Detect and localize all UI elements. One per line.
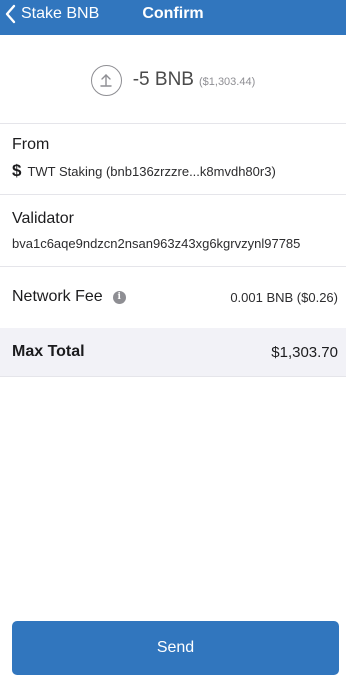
- max-total-value: $1,303.70: [271, 343, 338, 361]
- from-value: TWT Staking (bnb136zrzzre...k8mvdh80r3): [27, 163, 276, 179]
- max-total-row: Max Total $1,303.70: [0, 328, 346, 376]
- amount-summary: -5 BNB ($1,303.44): [0, 60, 346, 100]
- dollar-icon: $: [12, 161, 22, 180]
- network-fee-row: Network Fee i 0.001 BNB ($0.26): [0, 283, 346, 311]
- from-value-row: $ TWT Staking (bnb136zrzzre...k8mvdh80r3…: [12, 161, 276, 181]
- validator-label: Validator: [12, 210, 74, 227]
- max-total-label: Max Total: [12, 343, 85, 360]
- network-fee-value: 0.001 BNB ($0.26): [230, 289, 338, 305]
- network-fee-label: Network Fee: [12, 288, 103, 305]
- divider: [0, 194, 346, 195]
- info-icon[interactable]: i: [112, 290, 126, 304]
- upload-arrow-icon: [90, 64, 122, 96]
- from-label: From: [12, 136, 50, 153]
- page-title: Confirm: [142, 5, 204, 22]
- send-amount-fiat: ($1,303.44): [198, 75, 256, 88]
- divider: [0, 266, 346, 267]
- validator-value: bva1c6aqe9ndzcn2nsan963z43xg6kgrvzynl977…: [12, 236, 301, 251]
- header-bar: Stake BNB Confirm: [0, 0, 346, 35]
- divider: [0, 123, 346, 124]
- divider: [0, 376, 346, 377]
- send-amount: -5 BNB: [132, 69, 194, 90]
- confirm-screen: Stake BNB Confirm -5 BNB ($1,303.44) Fro…: [0, 0, 346, 687]
- send-button[interactable]: Send: [12, 621, 339, 675]
